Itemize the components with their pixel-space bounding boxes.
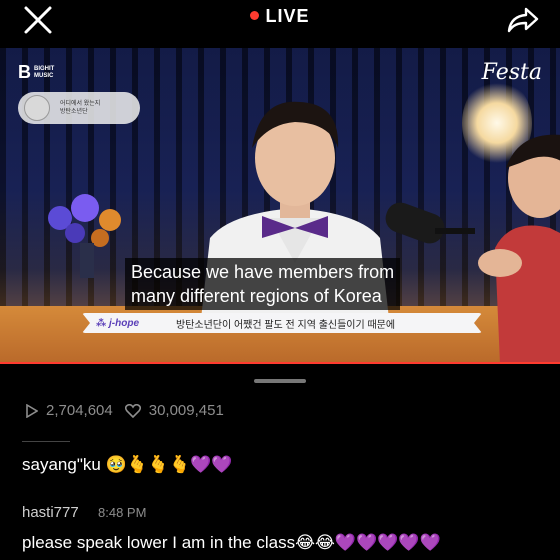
bighit-logo-line1: BIGHIT: [34, 65, 55, 72]
subtitle: Because we have members from many differ…: [125, 258, 401, 310]
microphone: [385, 202, 475, 244]
program-chip-text: 어디에서 왔는지 방탄소년단: [60, 100, 100, 116]
program-chip: 어디에서 왔는지 방탄소년단: [18, 92, 140, 124]
live-indicator: LIVE: [0, 6, 560, 27]
chip-line-1: 어디에서 왔는지: [60, 101, 101, 107]
bighit-logo-line2: MUSIC: [34, 72, 54, 79]
like-count: 30,009,451: [148, 402, 224, 419]
bighit-logo-text: BIGHIT MUSIC: [34, 66, 54, 80]
chip-line-2: 방탄소년단: [60, 109, 88, 115]
drag-handle[interactable]: [254, 379, 306, 383]
view-count: 2,704,604: [46, 402, 113, 419]
speaker-caption: ⁂ j-hope 방탄소년단이 어쨌건 팔도 전 지역 출신들이기 때문에: [82, 313, 482, 333]
subtitle-line-2: many different regions of Korea: [131, 286, 382, 306]
program-logo: [24, 95, 50, 121]
top-bar: LIVE: [0, 0, 560, 44]
comment-username[interactable]: hasti777: [22, 504, 79, 521]
speaker-name-text: j-hope: [109, 317, 140, 329]
festa-logo: Festa: [481, 60, 542, 85]
share-icon[interactable]: [506, 4, 540, 36]
video-player[interactable]: B BIGHIT MUSIC Festa 어디에서 왔는지 방탄소년단 Becau…: [0, 48, 560, 364]
video-progress-line: [0, 362, 560, 364]
bighit-logo-mark: B: [18, 62, 31, 82]
caption-text: 방탄소년단이 어쨌건 팔도 전 지역 출신들이기 때문에: [176, 319, 396, 331]
live-label: LIVE: [265, 6, 310, 26]
bighit-music-logo: B BIGHIT MUSIC: [18, 62, 54, 83]
guest-person: [478, 134, 560, 364]
comment-timestamp: 8:48 PM: [98, 505, 147, 520]
comment-text: sayang"ku 🥹🫰🫰🫰💜💜: [22, 455, 233, 474]
speaker-name: ⁂ j-hope: [96, 317, 140, 329]
comment-text: please speak lower I am in the class😂😂💜💜…: [22, 533, 441, 552]
live-dot: [250, 11, 260, 20]
subtitle-line-1: Because we have members from: [131, 262, 395, 282]
stats-row: 2,704,604 30,009,451: [26, 402, 224, 419]
heart-icon[interactable]: [124, 403, 141, 418]
divider: [22, 441, 70, 442]
play-icon: [26, 403, 38, 418]
